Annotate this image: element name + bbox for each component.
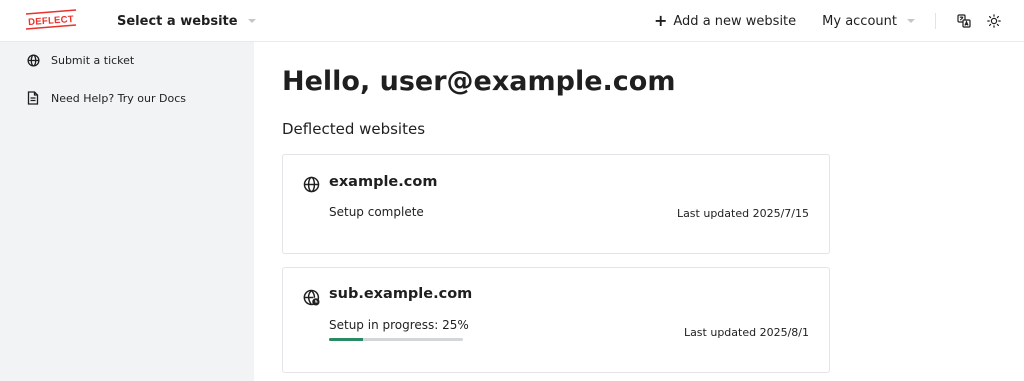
sidebar-item-label: Submit a ticket <box>51 53 135 67</box>
website-card[interactable]: example.com Setup complete Last updated … <box>282 154 830 254</box>
translate-icon[interactable] <box>956 13 972 29</box>
website-selector-label: Select a website <box>117 13 238 29</box>
website-status: Setup complete <box>329 205 424 219</box>
setup-progress-fill <box>329 338 363 341</box>
add-website-label: Add a new website <box>673 13 797 29</box>
last-updated: Last updated 2025/8/1 <box>683 326 809 339</box>
header-actions: + Add a new website My account <box>654 0 1024 42</box>
chevron-down-icon <box>247 19 256 23</box>
sidebar-item-label: Need Help? Try our Docs <box>51 91 186 105</box>
account-menu[interactable]: My account <box>822 14 915 29</box>
last-updated: Last updated 2025/7/15 <box>676 207 809 220</box>
header-divider <box>935 13 936 29</box>
globe-clock-icon <box>303 289 320 306</box>
globe-icon <box>26 53 40 67</box>
sidebar-item-submit-ticket[interactable]: Submit a ticket <box>26 50 134 70</box>
website-status: Setup in progress: 25% <box>329 318 469 332</box>
website-domain: example.com <box>329 174 438 190</box>
website-domain: sub.example.com <box>329 286 473 302</box>
top-bar: DEFLECT Select a website + Add a new web… <box>0 0 1024 42</box>
section-title: Deflected websites <box>282 120 426 138</box>
chevron-down-icon <box>907 19 915 23</box>
sidebar-item-docs[interactable]: Need Help? Try our Docs <box>26 88 186 108</box>
setup-progress-bar <box>329 338 463 341</box>
main-content: Hello, user@example.com Deflected websit… <box>254 42 1024 381</box>
sidebar: Submit a ticket Need Help? Try our Docs <box>0 42 254 381</box>
sun-icon[interactable] <box>986 13 1002 29</box>
plus-icon: + <box>653 11 668 30</box>
website-selector[interactable]: Select a website <box>117 0 256 42</box>
deflect-logo[interactable]: DEFLECT <box>24 8 78 32</box>
account-label: My account <box>822 13 897 29</box>
document-icon <box>26 91 40 105</box>
page-title: Hello, user@example.com <box>282 66 676 97</box>
globe-icon <box>303 176 320 193</box>
add-website-button[interactable]: + Add a new website <box>654 13 796 29</box>
website-card[interactable]: sub.example.com Setup in progress: 25% L… <box>282 267 830 373</box>
